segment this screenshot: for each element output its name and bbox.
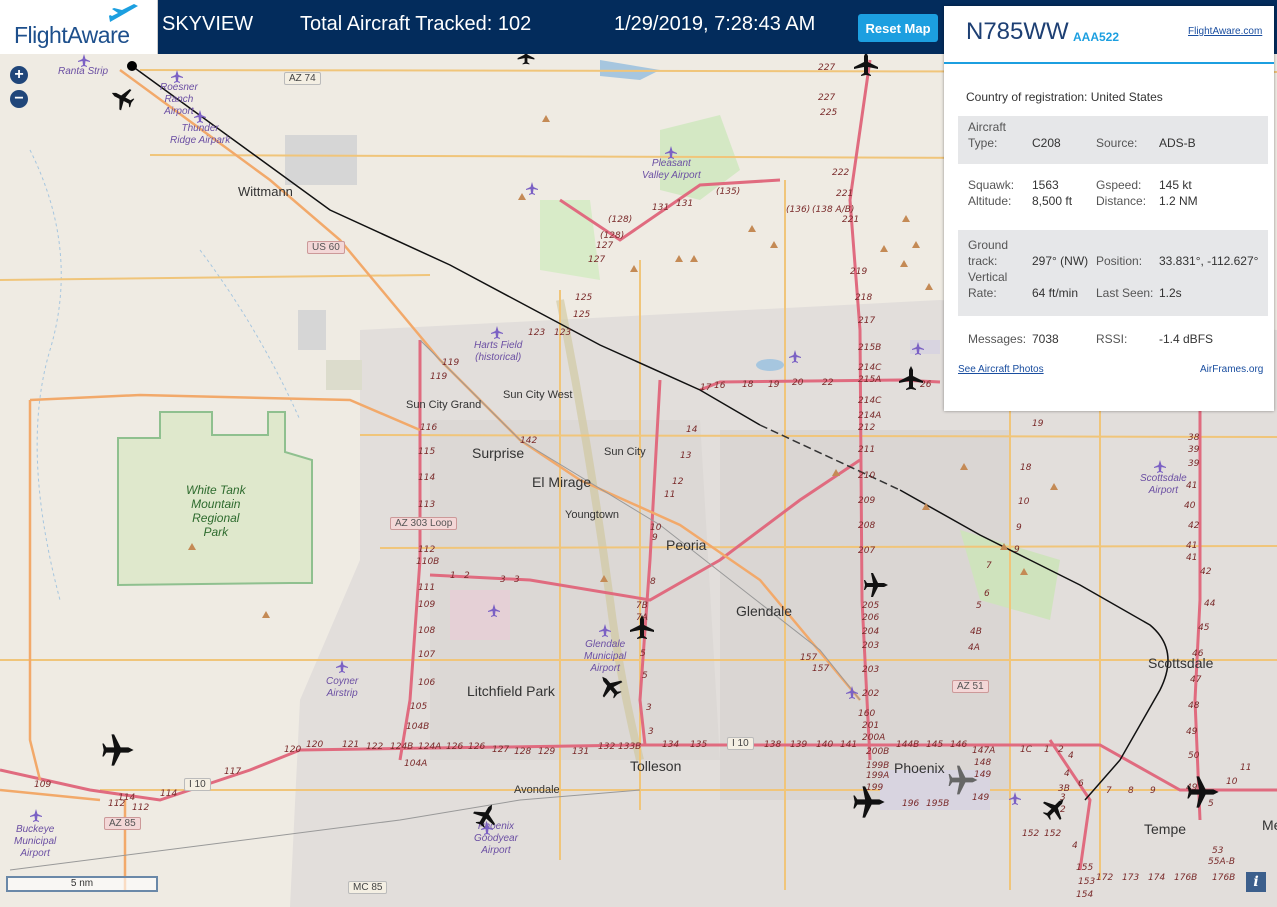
skyview-app: FlightAware SKYVIEW Total Aircraft Track… — [0, 0, 1277, 907]
messages-section: Messages: 7038 RSSI: -1.4 dBFS — [958, 324, 1268, 354]
last-seen-value: 1.2s — [1159, 286, 1182, 300]
flight-number-link[interactable]: AAA522 — [1073, 30, 1119, 44]
aircraft-marker[interactable] — [593, 669, 627, 703]
country-of-registration: Country of registration: United States — [966, 90, 1163, 104]
aircraft-info-panel: N785WW AAA522 FlightAware.com Country of… — [944, 6, 1274, 411]
aircraft-marker[interactable] — [630, 615, 654, 639]
rssi-value: -1.4 dBFS — [1159, 332, 1214, 346]
aircraft-marker[interactable] — [854, 54, 878, 76]
rssi-label: RSSI: — [1096, 332, 1128, 346]
position-label: Position: — [1096, 254, 1143, 268]
aircraft-marker[interactable] — [864, 573, 888, 597]
ground-track-label: Ground track: — [968, 238, 1009, 268]
app-name: SKYVIEW — [162, 13, 254, 35]
gspeed-label: Gspeed: — [1096, 178, 1142, 192]
position-value: 33.831°, -112.627° — [1159, 254, 1259, 268]
total-aircraft-tracked: Total Aircraft Tracked: 102 — [300, 13, 532, 35]
reset-map-button[interactable]: Reset Map — [858, 14, 938, 42]
panel-divider — [944, 62, 1274, 64]
messages-label: Messages: — [968, 332, 1027, 346]
aircraft-marker-ground[interactable] — [948, 765, 978, 795]
aircraft-marker[interactable] — [469, 798, 503, 832]
altitude-value: 8,500 ft — [1032, 194, 1073, 208]
flightaware-logo[interactable]: FlightAware — [0, 0, 158, 54]
aircraft-marker[interactable] — [1187, 776, 1219, 808]
aircraft-type-value: C208 — [1032, 136, 1061, 150]
aircraft-registration: N785WW — [966, 18, 1069, 45]
messages-value: 7038 — [1032, 332, 1059, 346]
last-seen-label: Last Seen: — [1096, 286, 1154, 300]
aircraft-marker[interactable] — [102, 734, 134, 766]
source-value: ADS-B — [1159, 136, 1196, 150]
aircraft-marker[interactable] — [853, 786, 885, 818]
logo-text: FlightAware — [14, 22, 130, 48]
airframes-link[interactable]: AirFrames.org — [1200, 364, 1263, 375]
distance-label: Distance: — [1096, 194, 1147, 208]
flightaware-link[interactable]: FlightAware.com — [1188, 26, 1262, 37]
squawk-label: Squawk: — [968, 178, 1015, 192]
aircraft-marker[interactable] — [517, 54, 535, 65]
aircraft-type-label: Aircraft Type: — [968, 120, 1007, 150]
aircraft-photos-link[interactable]: See Aircraft Photos — [958, 364, 1044, 375]
gspeed-value: 145 kt — [1159, 178, 1192, 192]
source-label: Source: — [1096, 136, 1138, 150]
squawk-value: 1563 — [1032, 178, 1059, 192]
current-datetime: 1/29/2019, 7:28:43 AM — [614, 13, 816, 35]
aircraft-marker-selected[interactable] — [106, 82, 138, 114]
ground-track-value: 297° (NW) — [1032, 254, 1089, 268]
altitude-label: Altitude: — [968, 194, 1012, 208]
aircraft-marker[interactable] — [899, 366, 923, 390]
vertical-rate-value: 64 ft/min — [1032, 286, 1079, 300]
scale-bar: 5 nm — [6, 876, 158, 892]
aircraft-type-section: Aircraft Type: C208 Source: ADS-B — [958, 116, 1268, 164]
track-section: Ground track: 297° (NW) Position: 33.831°… — [958, 230, 1268, 316]
aircraft-marker[interactable] — [1038, 791, 1072, 825]
squawk-section: Squawk: 1563 Gspeed: 145 kt Altitude: 8,… — [958, 170, 1268, 218]
distance-value: 1.2 NM — [1159, 194, 1198, 208]
vertical-rate-label: Vertical Rate: — [968, 270, 1008, 300]
info-icon[interactable]: i — [1246, 872, 1266, 892]
